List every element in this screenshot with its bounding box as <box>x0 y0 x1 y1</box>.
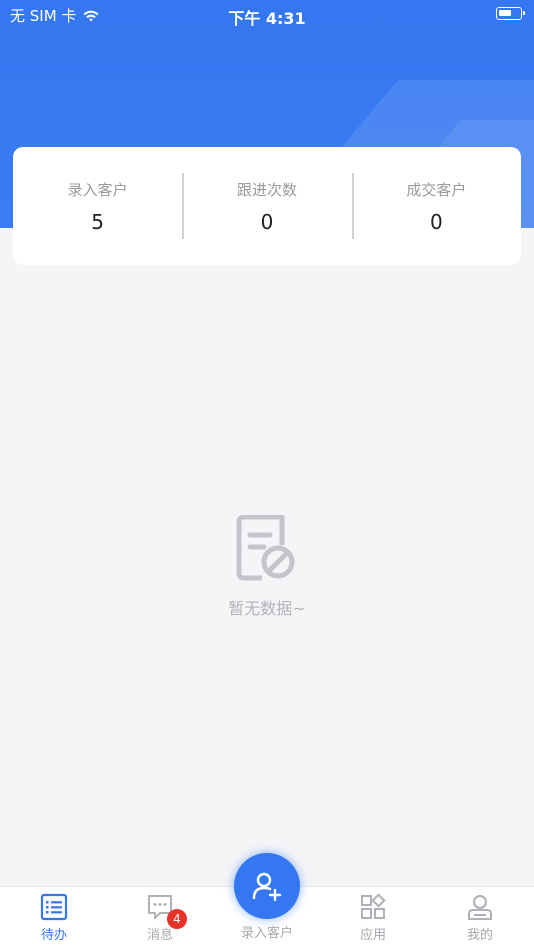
message-badge: 4 <box>167 909 187 929</box>
tab-todo[interactable]: 待办 <box>14 893 94 943</box>
tab-label: 消息 <box>146 928 173 943</box>
tab-messages[interactable]: 消息 4 <box>120 893 200 943</box>
todo-list-icon <box>40 893 68 921</box>
stat-closed-customers[interactable]: 成交客户 0 <box>351 173 521 239</box>
stat-follow-ups[interactable]: 跟进次数 0 <box>182 173 351 239</box>
stat-label: 成交客户 <box>406 180 467 199</box>
no-data-document-icon <box>236 515 295 581</box>
stat-entered-customers[interactable]: 录入客户 5 <box>13 173 182 239</box>
battery-icon <box>496 7 525 20</box>
stat-label: 跟进次数 <box>236 180 297 199</box>
profile-icon <box>468 895 492 920</box>
empty-state: 暂无数据~ <box>0 515 534 619</box>
status-time: 下午 4:31 <box>228 9 306 28</box>
tab-label: 应用 <box>359 928 386 943</box>
apps-grid-icon <box>361 893 386 919</box>
stat-value: 0 <box>429 209 443 234</box>
tab-profile[interactable]: 我的 <box>440 893 520 943</box>
empty-state-text: 暂无数据~ <box>228 599 306 618</box>
status-bar: 无 SIM 卡 下午 4:31 <box>0 0 534 28</box>
stat-value: 0 <box>260 209 274 234</box>
stat-value: 5 <box>91 209 105 234</box>
add-customer-button[interactable] <box>234 853 300 919</box>
tab-label: 待办 <box>40 928 67 943</box>
stat-label: 录入客户 <box>67 180 128 199</box>
tab-apps[interactable]: 应用 <box>333 893 413 943</box>
add-customer-label: 录入客户 <box>240 926 293 941</box>
tab-label: 我的 <box>466 928 493 943</box>
stats-card: 录入客户 5 跟进次数 0 成交客户 0 <box>13 147 521 265</box>
add-user-icon <box>252 872 282 902</box>
